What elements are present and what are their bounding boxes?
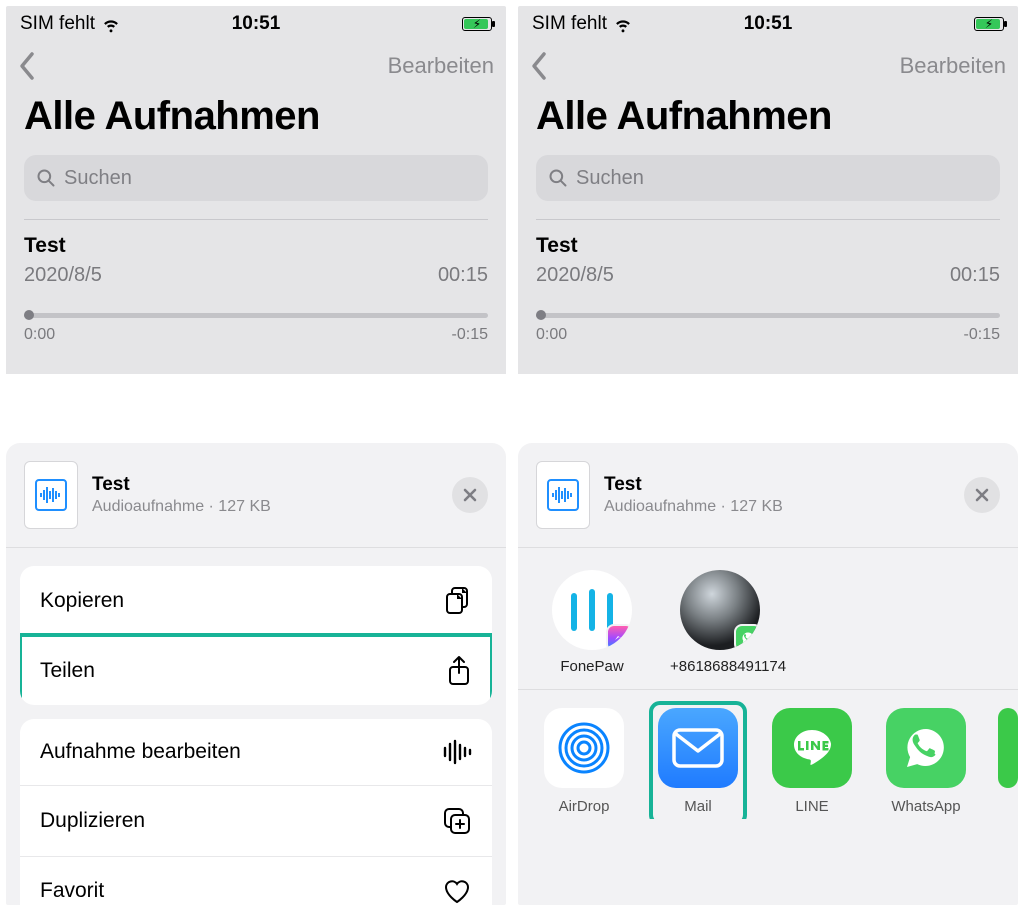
apps-row: AirDrop Mail LINE WhatsApp — [518, 690, 1018, 819]
scrubber-remaining: -0:15 — [964, 326, 1000, 344]
sim-status: SIM fehlt — [20, 13, 95, 35]
nav-bar: Bearbeiten — [6, 42, 506, 90]
menu-label: Favorit — [40, 879, 104, 903]
phone-right: SIM fehlt 10:51 ⚡︎ Bearbeiten Alle Aufna… — [518, 6, 1018, 905]
whatsapp-badge-icon — [734, 624, 760, 650]
mail-icon — [658, 708, 738, 788]
scrubber-remaining: -0:15 — [452, 326, 488, 344]
contact-phone[interactable]: +8618688491174 — [670, 570, 770, 675]
scrubber[interactable]: 0:00 -0:15 — [536, 313, 1000, 374]
more-app-icon — [998, 708, 1018, 788]
app-label: LINE — [770, 798, 854, 815]
recording-date: 2020/8/5 — [24, 264, 102, 287]
close-button[interactable] — [452, 477, 488, 513]
recording-duration: 00:15 — [438, 264, 488, 287]
avatar — [680, 570, 760, 650]
file-thumb-icon — [536, 461, 590, 529]
file-subtitle: Audioaufnahme · 127 KB — [92, 498, 438, 516]
contacts-row: FonePaw +8618688491174 — [518, 548, 1018, 690]
wifi-icon — [101, 14, 121, 34]
file-name: Test — [92, 474, 438, 496]
phone-left: SIM fehlt 10:51 ⚡︎ Bearbeiten Alle Aufna… — [6, 6, 506, 905]
contact-fonepaw[interactable]: FonePaw — [542, 570, 642, 675]
sheet-header: Test Audioaufnahme · 127 KB — [518, 443, 1018, 548]
back-icon[interactable] — [18, 51, 36, 81]
line-icon — [772, 708, 852, 788]
messenger-badge-icon — [606, 624, 632, 650]
nav-bar: Bearbeiten — [518, 42, 1018, 90]
search-placeholder: Suchen — [64, 167, 132, 190]
app-label: Mail — [656, 798, 740, 815]
recording-date: 2020/8/5 — [536, 264, 614, 287]
menu-groups: Kopieren Teilen Aufnahme bearbeiten — [6, 548, 506, 905]
heart-icon — [442, 877, 472, 905]
search-placeholder: Suchen — [576, 167, 644, 190]
airdrop-icon — [544, 708, 624, 788]
menu-label: Teilen — [40, 659, 95, 683]
app-more-cutoff[interactable] — [998, 708, 1018, 819]
recording-title: Test — [24, 234, 488, 258]
scrubber-pos: 0:00 — [24, 326, 55, 344]
page-title: Alle Aufnahmen — [6, 90, 506, 155]
menu-label: Aufnahme bearbeiten — [40, 740, 241, 764]
menu-teilen[interactable]: Teilen — [20, 635, 492, 705]
scrubber-knob[interactable] — [24, 310, 34, 320]
menu-favorit[interactable]: Favorit — [20, 857, 492, 905]
status-time: 10:51 — [689, 13, 846, 35]
app-whatsapp[interactable]: WhatsApp — [884, 708, 968, 819]
back-icon[interactable] — [530, 51, 548, 81]
edit-button[interactable]: Bearbeiten — [900, 53, 1006, 79]
page-title: Alle Aufnahmen — [518, 90, 1018, 155]
search-input[interactable]: Suchen — [24, 155, 488, 201]
scrubber[interactable]: 0:00 -0:15 — [24, 313, 488, 374]
waveform-icon — [442, 739, 472, 765]
contact-name: FonePaw — [542, 658, 642, 675]
recording-duration: 00:15 — [950, 264, 1000, 287]
status-bar: SIM fehlt 10:51 ⚡︎ — [6, 6, 506, 42]
file-name: Test — [604, 474, 950, 496]
contact-name: +8618688491174 — [670, 658, 770, 675]
search-icon — [548, 168, 568, 188]
scrubber-knob[interactable] — [536, 310, 546, 320]
app-line[interactable]: LINE — [770, 708, 854, 819]
share-icon — [446, 655, 472, 687]
menu-duplizieren[interactable]: Duplizieren — [20, 786, 492, 857]
status-time: 10:51 — [177, 13, 334, 35]
recording-item[interactable]: Test 2020/8/5 00:15 — [518, 220, 1018, 287]
app-airdrop[interactable]: AirDrop — [542, 708, 626, 819]
file-subtitle: Audioaufnahme · 127 KB — [604, 498, 950, 516]
recording-title: Test — [536, 234, 1000, 258]
share-sheet: Test Audioaufnahme · 127 KB FonePaw — [518, 443, 1018, 905]
app-mail[interactable]: Mail — [656, 708, 740, 819]
close-button[interactable] — [964, 477, 1000, 513]
avatar — [552, 570, 632, 650]
scrubber-pos: 0:00 — [536, 326, 567, 344]
sim-status: SIM fehlt — [532, 13, 607, 35]
duplicate-icon — [442, 806, 472, 836]
menu-label: Duplizieren — [40, 809, 145, 833]
screen-top: SIM fehlt 10:51 ⚡︎ Bearbeiten Alle Aufna… — [6, 6, 506, 374]
search-input[interactable]: Suchen — [536, 155, 1000, 201]
battery-icon: ⚡︎ — [974, 17, 1004, 31]
battery-icon: ⚡︎ — [462, 17, 492, 31]
menu-kopieren[interactable]: Kopieren — [20, 566, 492, 637]
wifi-icon — [613, 14, 633, 34]
search-icon — [36, 168, 56, 188]
recording-item[interactable]: Test 2020/8/5 00:15 — [6, 220, 506, 287]
menu-aufnahme-bearbeiten[interactable]: Aufnahme bearbeiten — [20, 719, 492, 786]
sheet-header: Test Audioaufnahme · 127 KB — [6, 443, 506, 548]
whatsapp-icon — [886, 708, 966, 788]
app-label: WhatsApp — [884, 798, 968, 815]
menu-label: Kopieren — [40, 589, 124, 613]
copy-icon — [444, 586, 472, 616]
app-label: AirDrop — [542, 798, 626, 815]
screen-top: SIM fehlt 10:51 ⚡︎ Bearbeiten Alle Aufna… — [518, 6, 1018, 374]
status-bar: SIM fehlt 10:51 ⚡︎ — [518, 6, 1018, 42]
edit-button[interactable]: Bearbeiten — [388, 53, 494, 79]
file-thumb-icon — [24, 461, 78, 529]
action-sheet: Test Audioaufnahme · 127 KB Kopieren Tei… — [6, 443, 506, 905]
